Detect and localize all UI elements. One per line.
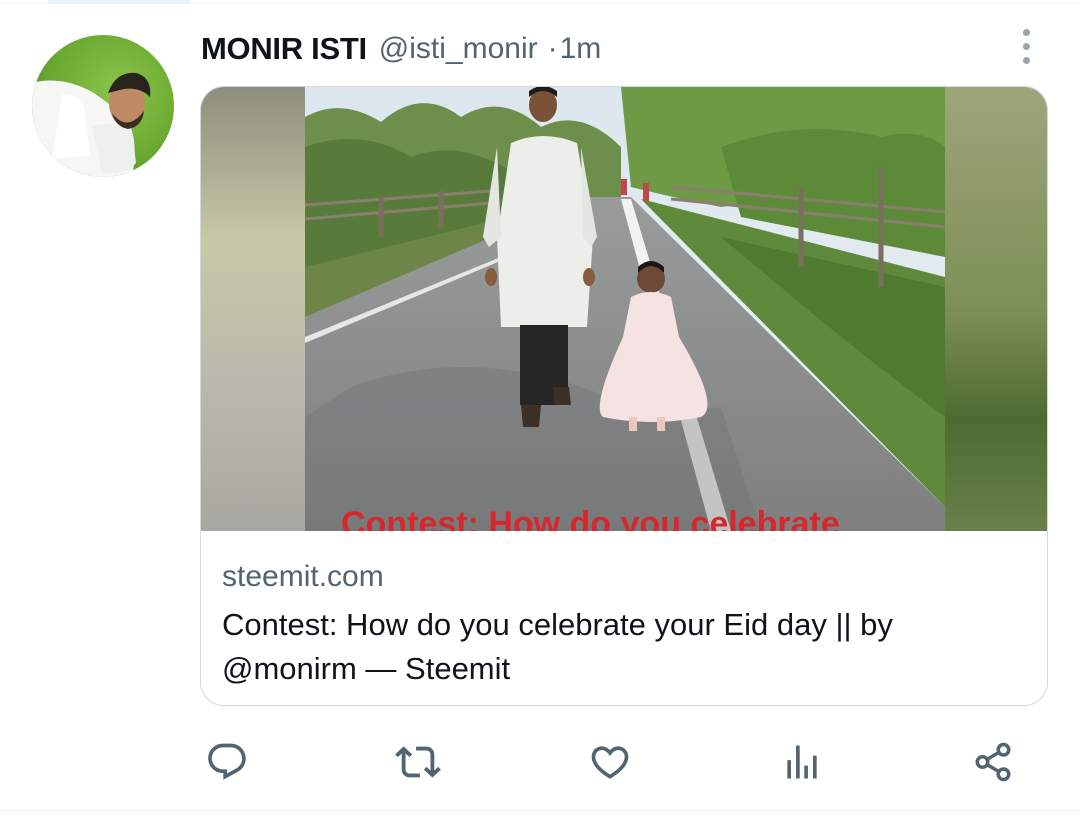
retweet-button[interactable] xyxy=(394,738,442,786)
header-separator: · xyxy=(547,32,558,65)
tweet-container[interactable]: MONIR ISTI @isti_monir · 1m Contest: How… xyxy=(0,0,1080,820)
like-button[interactable] xyxy=(586,738,634,786)
more-dot-icon xyxy=(1022,28,1030,36)
share-button[interactable] xyxy=(969,738,1017,786)
views-button[interactable] xyxy=(778,738,826,786)
retweet-icon xyxy=(395,746,441,778)
avatar-photo xyxy=(32,35,174,177)
reply-icon xyxy=(208,743,246,780)
author-handle[interactable]: @isti_monir xyxy=(379,32,538,66)
tweet-header: MONIR ISTI @isti_monir · 1m xyxy=(201,26,601,72)
reply-button[interactable] xyxy=(203,738,251,786)
avatar[interactable] xyxy=(32,35,174,177)
tweet-timestamp[interactable]: 1m xyxy=(560,32,602,66)
share-icon xyxy=(975,742,1011,782)
author-display-name[interactable]: MONIR ISTI xyxy=(201,31,367,67)
more-dot-icon xyxy=(1022,56,1030,64)
link-card-image: Contest: How do you celebrate xyxy=(201,87,1047,531)
more-options-button[interactable] xyxy=(1008,26,1044,66)
like-icon xyxy=(591,746,629,779)
top-divider xyxy=(0,3,1080,4)
link-card[interactable]: Contest: How do you celebrate steemit.co… xyxy=(200,86,1048,706)
image-overlay-text: Contest: How do you celebrate xyxy=(341,505,840,531)
link-title: Contest: How do you celebrate your Eid d… xyxy=(222,607,893,686)
views-icon xyxy=(787,745,817,779)
action-bar xyxy=(0,738,1080,786)
link-card-text: steemit.com Contest: How do you celebrat… xyxy=(222,557,1022,691)
bottom-divider xyxy=(0,810,1080,811)
link-domain: steemit.com xyxy=(222,560,384,593)
more-dot-icon xyxy=(1022,42,1030,50)
